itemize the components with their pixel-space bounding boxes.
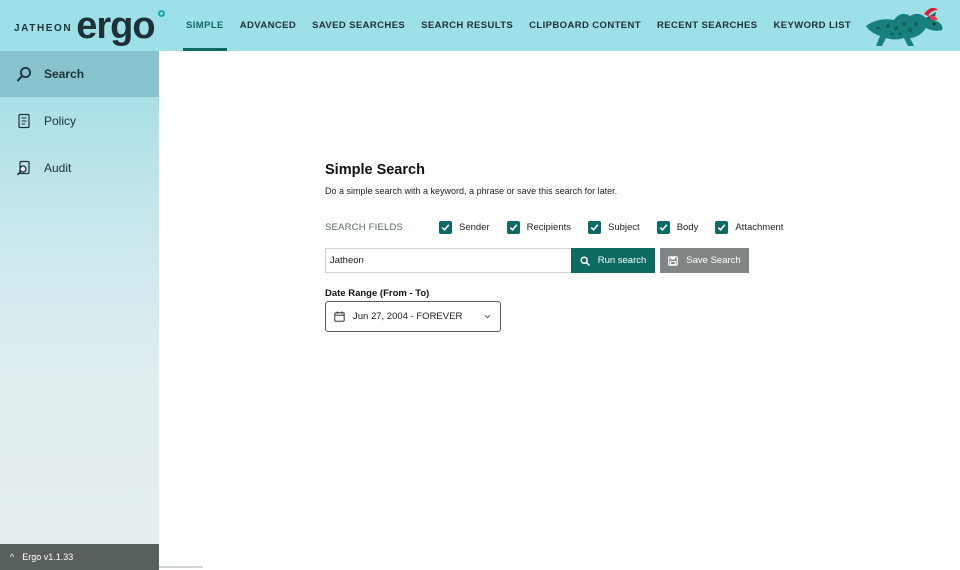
date-range-label: Date Range (From - To) bbox=[325, 288, 430, 299]
tab-label: SEARCH RESULTS bbox=[421, 20, 514, 31]
sidebar-item-policy[interactable]: Policy bbox=[0, 98, 159, 144]
horizontal-scrollbar[interactable] bbox=[159, 566, 203, 568]
main-nav: SIMPLE ADVANCED SAVED SEARCHES SEARCH RE… bbox=[178, 0, 859, 51]
logo-wordmark: ergo bbox=[76, 5, 155, 47]
tab-simple[interactable]: SIMPLE bbox=[178, 0, 232, 51]
search-row: Run search Save Search bbox=[325, 248, 749, 273]
save-search-label: Save Search bbox=[686, 255, 741, 266]
logo[interactable]: JATHEON ergo bbox=[14, 5, 165, 47]
run-search-label: Run search bbox=[597, 255, 647, 266]
save-search-button[interactable]: Save Search bbox=[660, 248, 749, 273]
date-range-picker[interactable]: Jun 27, 2004 - FOREVER bbox=[325, 301, 501, 332]
checkbox-label: Body bbox=[676, 221, 699, 233]
logo-brand-small: JATHEON bbox=[14, 22, 73, 34]
sidebar: Search Policy Audit ^ Ergo v1.1.33 bbox=[0, 51, 159, 570]
checkmark-icon bbox=[656, 220, 670, 234]
chevron-down-icon bbox=[483, 312, 492, 321]
checkbox-subject[interactable]: Subject bbox=[588, 220, 640, 234]
calendar-icon bbox=[334, 311, 345, 322]
run-search-button[interactable]: Run search bbox=[571, 248, 655, 273]
logo-dot-icon bbox=[157, 10, 165, 17]
checkbox-attachment[interactable]: Attachment bbox=[715, 220, 784, 234]
tab-search-results[interactable]: SEARCH RESULTS bbox=[413, 0, 521, 51]
tab-label: SAVED SEARCHES bbox=[312, 20, 406, 31]
tab-keyword-list[interactable]: KEYWORD LIST bbox=[766, 0, 860, 51]
tab-advanced[interactable]: ADVANCED bbox=[232, 0, 304, 51]
sidebar-item-audit[interactable]: Audit bbox=[0, 145, 159, 191]
app-window: JATHEON ergo SIMPLE ADVANCED SAVED SEARC… bbox=[0, 0, 960, 570]
checkbox-recipients[interactable]: Recipients bbox=[506, 220, 571, 234]
checkmark-icon bbox=[715, 220, 729, 234]
checkbox-body[interactable]: Body bbox=[656, 220, 699, 234]
version-footer[interactable]: ^ Ergo v1.1.33 bbox=[0, 544, 159, 570]
search-icon bbox=[16, 66, 32, 82]
top-bar: JATHEON ergo SIMPLE ADVANCED SAVED SEARC… bbox=[0, 0, 960, 51]
tab-label: SIMPLE bbox=[186, 20, 224, 31]
chevron-up-icon: ^ bbox=[10, 552, 15, 562]
tab-label: RECENT SEARCHES bbox=[657, 20, 758, 31]
date-range-value: Jun 27, 2004 - FOREVER bbox=[353, 311, 463, 322]
logo-brand-big: ergo bbox=[76, 5, 165, 47]
checkbox-label: Subject bbox=[608, 221, 640, 233]
page-title: Simple Search bbox=[325, 162, 425, 178]
checkmark-icon bbox=[588, 220, 601, 234]
checkbox-label: Attachment bbox=[735, 221, 784, 233]
page-subtitle: Do a simple search with a keyword, a phr… bbox=[325, 186, 618, 196]
checkmark-icon bbox=[506, 220, 520, 234]
checkbox-sender[interactable]: Sender bbox=[439, 220, 490, 234]
search-fields-row: SEARCH FIELDS Sender Recipients Subject … bbox=[325, 219, 800, 235]
fox-mascot-icon bbox=[866, 7, 943, 46]
sidebar-item-search[interactable]: Search bbox=[0, 51, 159, 97]
search-input[interactable] bbox=[325, 248, 571, 273]
sidebar-item-label: Policy bbox=[44, 114, 77, 128]
floppy-disk-icon bbox=[668, 255, 679, 266]
tab-clipboard-content[interactable]: CLIPBOARD CONTENT bbox=[521, 0, 649, 51]
tab-label: CLIPBOARD CONTENT bbox=[529, 20, 641, 31]
search-icon bbox=[580, 255, 590, 266]
simple-search-panel: Simple Search Do a simple search with a … bbox=[325, 162, 825, 332]
checkbox-label: Sender bbox=[459, 221, 490, 233]
tab-label: ADVANCED bbox=[239, 20, 297, 31]
checkbox-label: Recipients bbox=[526, 221, 571, 233]
policy-icon bbox=[16, 113, 32, 129]
audit-icon bbox=[16, 160, 32, 176]
version-label: Ergo v1.1.33 bbox=[22, 552, 74, 562]
tab-saved-searches[interactable]: SAVED SEARCHES bbox=[304, 0, 413, 51]
sidebar-item-label: Audit bbox=[44, 161, 72, 175]
tab-recent-searches[interactable]: RECENT SEARCHES bbox=[649, 0, 766, 51]
sidebar-item-label: Search bbox=[44, 67, 85, 81]
search-fields-label: SEARCH FIELDS bbox=[325, 221, 404, 233]
tab-label: KEYWORD LIST bbox=[773, 20, 852, 31]
checkmark-icon bbox=[439, 220, 452, 234]
